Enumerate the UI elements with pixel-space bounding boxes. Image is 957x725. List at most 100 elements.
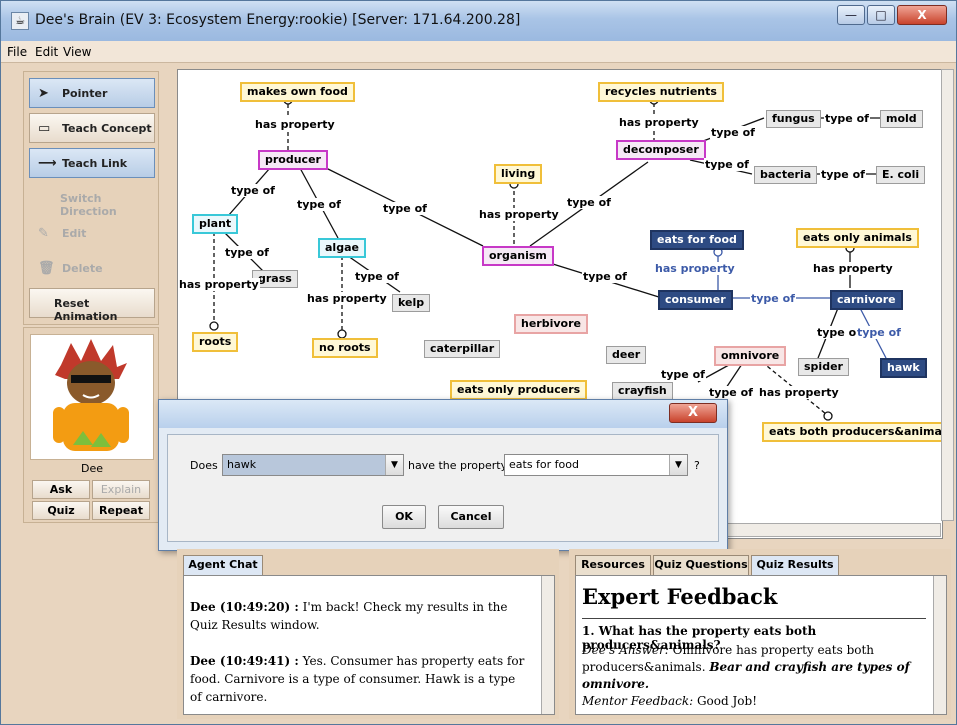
chat-scrollbar[interactable] [541, 576, 554, 714]
node-spider[interactable]: spider [798, 358, 849, 376]
reset-animation-label: Reset Animation [54, 297, 118, 323]
teach-link-button[interactable]: ⟶ Teach Link [29, 148, 155, 178]
chevron-down-icon: ▼ [385, 455, 403, 475]
chat-speaker: Dee (10:49:20) : [190, 600, 299, 614]
ok-button[interactable]: OK [382, 505, 426, 529]
teach-concept-label: Teach Concept [62, 122, 152, 135]
node-e-coli[interactable]: E. coli [876, 166, 926, 184]
concept-box-icon: ▭ [38, 121, 51, 136]
agent-answer: Dee's Answer: Omnivore has property eats… [582, 642, 928, 710]
mentor-label: Mentor Feedback: [582, 694, 694, 708]
title-bar: ☕ Dee's Brain (EV 3: Ecosystem Energy:ro… [1, 1, 956, 41]
node-roots[interactable]: roots [192, 332, 239, 352]
quiz-results-view: Expert Feedback 1. What has the property… [575, 575, 947, 715]
node-herbivore[interactable]: herbivore [514, 314, 588, 334]
node-eats-only-producers[interactable]: eats only producers [450, 380, 588, 400]
dialog-title-bar: X [159, 400, 727, 428]
menu-edit[interactable]: Edit [35, 45, 58, 59]
tab-quiz-results[interactable]: Quiz Results [751, 555, 839, 575]
link-label-type-of: type of [710, 126, 756, 139]
does-label: Does [190, 459, 218, 472]
repeat-button[interactable]: Repeat [92, 501, 150, 520]
link-label-has-property: has property [812, 262, 894, 275]
node-fungus[interactable]: fungus [766, 110, 821, 128]
link-label-type-of-highlighted: type of [750, 292, 796, 305]
node-plant[interactable]: plant [192, 214, 239, 234]
tab-agent-chat[interactable]: Agent Chat [183, 555, 263, 575]
link-label-has-property: has property [618, 116, 700, 129]
node-eats-for-food[interactable]: eats for food [650, 230, 744, 250]
menu-file[interactable]: File [7, 45, 27, 59]
close-button[interactable]: X [897, 5, 947, 25]
node-hawk[interactable]: hawk [880, 358, 927, 378]
node-crayfish[interactable]: crayfish [612, 382, 673, 400]
question-mark: ? [694, 459, 700, 472]
node-organism[interactable]: organism [482, 246, 554, 266]
link-label-type-of: type of [382, 202, 428, 215]
node-consumer[interactable]: consumer [658, 290, 733, 310]
node-caterpillar[interactable]: caterpillar [424, 340, 501, 358]
switch-direction-button[interactable]: Switch Direction [29, 183, 155, 218]
node-decomposer[interactable]: decomposer [616, 140, 706, 160]
answer-label: Dee's Answer: [582, 643, 669, 657]
node-carnivore[interactable]: carnivore [830, 290, 903, 310]
pointer-tool-button[interactable]: ➤ Pointer [29, 78, 155, 108]
canvas-vertical-scrollbar[interactable] [941, 69, 954, 521]
node-no-roots[interactable]: no roots [312, 338, 378, 358]
delete-button[interactable]: 🗑 Delete [29, 253, 155, 283]
ask-button[interactable]: Ask [32, 480, 90, 499]
edit-button[interactable]: ✎ Edit [29, 218, 155, 248]
link-label-type-of: type of [224, 246, 270, 259]
link-label-has-property-highlighted: has property [654, 262, 736, 275]
expert-feedback-heading: Expert Feedback [582, 584, 778, 609]
node-mold[interactable]: mold [880, 110, 923, 128]
switch-direction-label: Switch Direction [60, 192, 117, 218]
menu-view[interactable]: View [63, 45, 91, 59]
link-label-type-of: type of [820, 168, 866, 181]
maximize-button[interactable]: □ [867, 5, 895, 25]
cancel-button[interactable]: Cancel [438, 505, 504, 529]
quiz-button[interactable]: Quiz [32, 501, 90, 520]
chat-message: Dee (10:49:41) : Yes. Consumer has prope… [190, 652, 530, 706]
subject-value: hawk [227, 458, 257, 471]
link-label-has-property: has property [306, 292, 388, 305]
results-pane: Resources Quiz Questions Quiz Results Ex… [569, 549, 951, 719]
node-eats-only-animals[interactable]: eats only animals [796, 228, 919, 248]
node-omnivore[interactable]: omnivore [714, 346, 787, 366]
reset-animation-button[interactable]: Reset Animation [29, 288, 155, 323]
node-deer[interactable]: deer [606, 346, 647, 364]
node-algae[interactable]: algae [318, 238, 366, 258]
chat-message: Dee (10:49:20) : I'm back! Check my resu… [190, 598, 530, 634]
chat-speaker: Dee (10:49:41) : [190, 654, 299, 668]
subject-select[interactable]: hawk ▼ [222, 454, 404, 476]
link-label-type-of: type of [230, 184, 276, 197]
teach-concept-button[interactable]: ▭ Teach Concept [29, 113, 155, 143]
agent-figure-icon [53, 339, 129, 451]
explain-button[interactable]: Explain [92, 480, 150, 499]
chat-log: Dee (10:49:20) : I'm back! Check my resu… [183, 575, 555, 715]
link-label-type-of: type of [704, 158, 750, 171]
minimize-button[interactable]: — [837, 5, 865, 25]
node-producer[interactable]: producer [258, 150, 328, 170]
node-recycles-nutrients[interactable]: recycles nutrients [598, 82, 724, 102]
node-kelp[interactable]: kelp [392, 294, 431, 312]
pointer-arrow-icon: ➤ [38, 86, 49, 101]
results-scrollbar[interactable] [933, 576, 946, 714]
link-label-has-property: has property [758, 386, 840, 399]
tab-resources[interactable]: Resources [575, 555, 651, 575]
agent-avatar [30, 334, 154, 460]
link-label-type-of: type of [824, 112, 870, 125]
tab-quiz-questions[interactable]: Quiz Questions [653, 555, 749, 575]
node-bacteria[interactable]: bacteria [754, 166, 818, 184]
node-eats-both[interactable]: eats both producers&animals [762, 422, 942, 442]
node-living[interactable]: living [494, 164, 543, 184]
link-label-type-of: type of [296, 198, 342, 211]
dialog-close-button[interactable]: X [669, 403, 717, 423]
property-select[interactable]: eats for food ▼ [504, 454, 688, 476]
have-property-label: have the property [408, 459, 508, 472]
link-label-type-of-highlighted: type of [856, 326, 902, 339]
node-makes-own-food[interactable]: makes own food [240, 82, 355, 102]
agent-panel: Dee Ask Explain Quiz Repeat [23, 327, 159, 523]
link-label-has-property: has property [254, 118, 336, 131]
app-window: ☕ Dee's Brain (EV 3: Ecosystem Energy:ro… [0, 0, 957, 725]
